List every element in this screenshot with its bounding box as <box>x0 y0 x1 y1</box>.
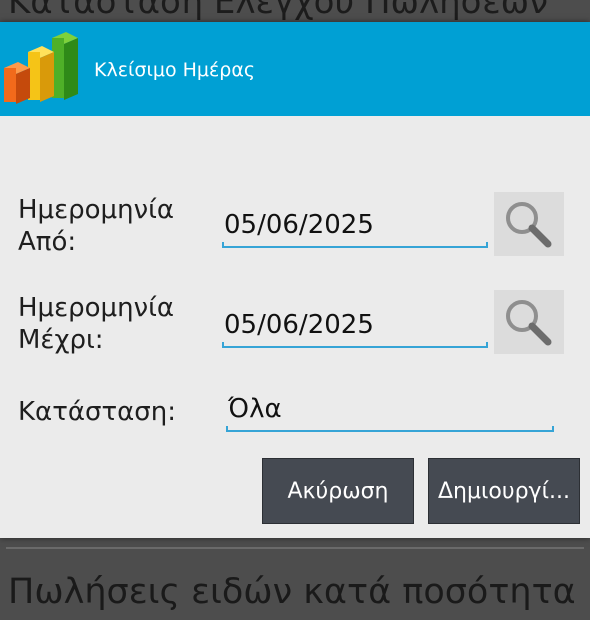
date-to-search-button[interactable] <box>494 290 564 354</box>
bar-chart-app-icon <box>4 32 78 104</box>
background-page-title: Κατάσταση Ελέγχου Πωλήσεων <box>8 0 549 22</box>
search-icon <box>506 300 552 346</box>
date-from-label-line1: Ημερομηνία <box>18 195 175 225</box>
date-to-field[interactable]: 05/06/2025 <box>224 310 374 340</box>
background-divider <box>6 547 584 549</box>
date-to-label: Ημερομηνία Μέχρι: <box>18 292 174 356</box>
dialog-header: Κλείσιμο Ημέρας <box>0 22 590 116</box>
status-underline <box>226 426 554 432</box>
status-label: Κατάσταση: <box>18 397 176 427</box>
date-to-label-line1: Ημερομηνία <box>18 293 175 323</box>
date-from-field[interactable]: 05/06/2025 <box>224 210 374 240</box>
create-button[interactable]: Δημιουργί... <box>428 458 580 524</box>
cancel-button[interactable]: Ακύρωση <box>262 458 414 524</box>
date-from-search-button[interactable] <box>494 192 564 256</box>
date-to-label-line2: Μέχρι: <box>18 325 104 355</box>
date-from-label-line2: Από: <box>18 227 77 257</box>
background-list-item[interactable]: Πωλήσεις ειδών κατά ποσότητα <box>8 572 576 612</box>
close-day-dialog: Κλείσιμο Ημέρας Ημερομηνία Από: 05/06/20… <box>0 22 590 538</box>
dialog-title: Κλείσιμο Ημέρας <box>94 59 256 81</box>
status-field[interactable]: Όλα <box>228 394 282 424</box>
date-to-underline <box>222 342 488 348</box>
date-from-underline <box>222 242 488 248</box>
search-icon <box>506 202 552 248</box>
date-from-label: Ημερομηνία Από: <box>18 194 174 258</box>
